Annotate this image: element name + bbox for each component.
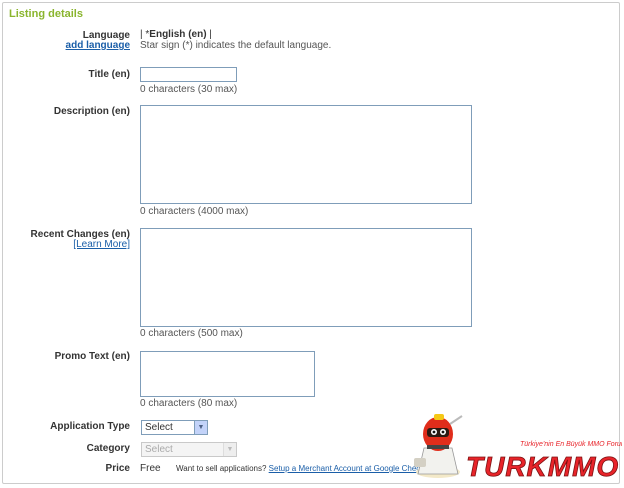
application-type-select[interactable]: Select ▼	[141, 420, 208, 435]
title-input[interactable]	[140, 67, 237, 82]
default-language[interactable]: English (en)	[149, 29, 206, 40]
mascot-icon: Türkiye'nin En Büyük MMO Forumu TURKMMO	[414, 414, 624, 482]
price-label: Price	[105, 463, 130, 474]
recent-changes-counter: 0 characters (500 max)	[140, 328, 243, 339]
watermark-brand: TURKMMO	[466, 451, 619, 482]
promo-text-label: Promo Text (en)	[54, 351, 130, 362]
add-language-link[interactable]: add language	[66, 40, 130, 51]
watermark-tagline: Türkiye'nin En Büyük MMO Forumu	[520, 441, 622, 448]
title-counter: 0 characters (30 max)	[140, 84, 238, 95]
turkmmo-watermark: Türkiye'nin En Büyük MMO Forumu TURKMMO	[410, 408, 624, 484]
section-title: Listing details	[9, 8, 83, 20]
promo-text-textarea[interactable]	[140, 351, 315, 397]
chevron-down-icon[interactable]: ▼	[194, 421, 207, 434]
category-label: Category	[86, 443, 130, 454]
description-textarea[interactable]	[140, 105, 472, 204]
recent-changes-textarea[interactable]	[140, 228, 472, 327]
application-type-selected: Select	[145, 422, 173, 433]
category-select[interactable]: Select ▼	[141, 442, 237, 457]
title-label: Title (en)	[88, 69, 130, 80]
language-note: Star sign (*) indicates the default lang…	[140, 40, 332, 51]
category-selected: Select	[145, 444, 173, 455]
application-type-label: Application Type	[50, 421, 130, 432]
learn-more-link[interactable]: [Learn More]	[73, 239, 130, 250]
price-value: Free	[140, 463, 161, 474]
description-label: Description (en)	[53, 106, 130, 117]
price-note: Want to sell applications? Setup a Merch…	[176, 464, 436, 473]
section-header: Listing details	[3, 3, 619, 23]
chevron-down-icon: ▼	[223, 443, 236, 456]
description-counter: 0 characters (4000 max)	[140, 206, 249, 217]
promo-text-counter: 0 characters (80 max)	[140, 398, 238, 409]
language-value: | *English (en) |	[140, 29, 212, 40]
